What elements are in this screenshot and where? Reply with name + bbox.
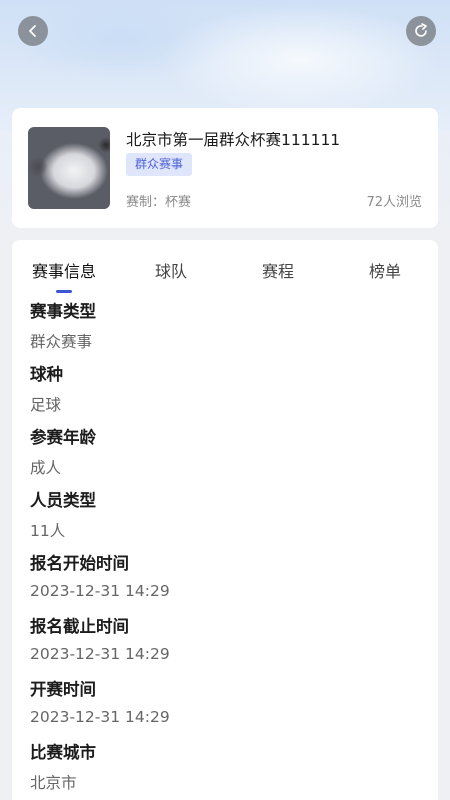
event-summary-card: 北京市第一届群众杯赛111111 群众赛事 赛制：杯赛 72人浏览: [12, 108, 438, 228]
tab-bar: 赛事信息 球队 赛程 榜单: [12, 240, 438, 298]
field-event-type: 赛事类型 群众赛事: [30, 298, 420, 361]
back-button[interactable]: [18, 16, 48, 46]
field-registration-start: 报名开始时间 2023-12-31 14:29: [30, 550, 420, 613]
chevron-left-icon: [29, 25, 36, 37]
tab-rankings[interactable]: 榜单: [340, 258, 430, 282]
field-label: 开赛时间: [30, 680, 96, 699]
field-start-time: 开赛时间 2023-12-31 14:29: [30, 676, 420, 739]
event-format: 赛制：杯赛: [126, 195, 192, 210]
field-value: 2023-12-31 14:29: [30, 582, 170, 600]
field-label: 球种: [30, 365, 63, 384]
field-sport: 球种 足球: [30, 361, 420, 424]
field-registration-end: 报名截止时间 2023-12-31 14:29: [30, 613, 420, 676]
field-label: 赛事类型: [30, 302, 96, 321]
field-label: 人员类型: [30, 491, 96, 510]
field-age-group: 参赛年龄 成人: [30, 424, 420, 487]
field-value: 11人: [30, 522, 66, 540]
event-detail-card: 赛事信息 球队 赛程 榜单 赛事类型 群众赛事 球种 足球 参赛年龄 成人 人员…: [12, 240, 438, 800]
field-value: 北京市: [30, 774, 77, 792]
field-city: 比赛城市 北京市: [30, 739, 420, 800]
active-tab-indicator: [56, 290, 72, 293]
event-category-badge: 群众赛事: [126, 153, 193, 176]
field-value: 群众赛事: [30, 333, 93, 351]
field-label: 报名截止时间: [30, 617, 129, 636]
field-label: 比赛城市: [30, 743, 96, 762]
tab-event-info[interactable]: 赛事信息: [19, 258, 109, 282]
tab-teams[interactable]: 球队: [126, 258, 216, 282]
field-value: 2023-12-31 14:29: [30, 708, 170, 726]
share-icon: [415, 23, 427, 37]
field-label: 报名开始时间: [30, 554, 129, 573]
share-button[interactable]: [406, 16, 436, 46]
view-count: 72人浏览: [366, 195, 422, 210]
field-label: 参赛年龄: [30, 428, 96, 447]
field-value: 2023-12-31 14:29: [30, 645, 170, 663]
field-player-type: 人员类型 11人: [30, 487, 420, 550]
event-cover-image[interactable]: [28, 127, 110, 209]
field-value: 足球: [30, 396, 62, 414]
field-value: 成人: [30, 459, 62, 477]
tab-schedule[interactable]: 赛程: [233, 258, 323, 282]
event-title: 北京市第一届群众杯赛111111: [126, 131, 341, 149]
event-info-list: 赛事类型 群众赛事 球种 足球 参赛年龄 成人 人员类型 11人 报名开始时间 …: [30, 298, 420, 800]
